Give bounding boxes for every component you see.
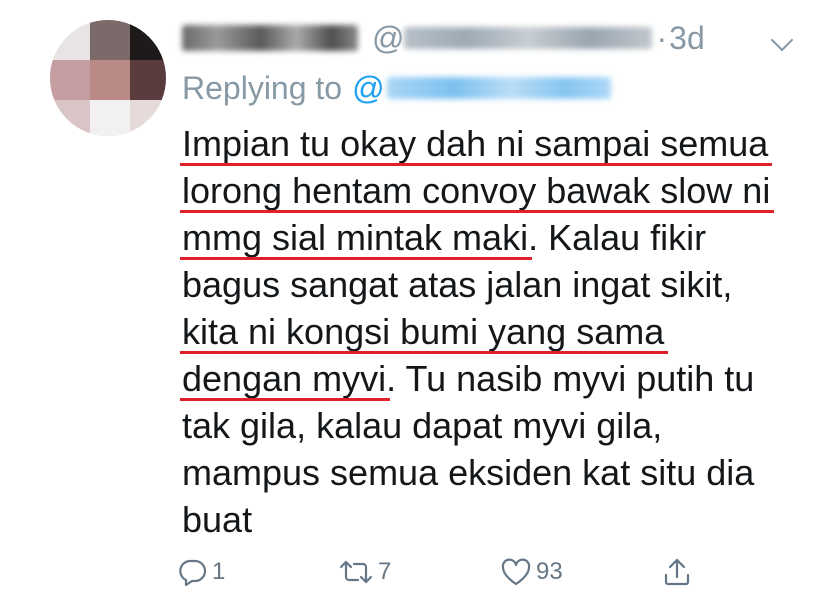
avatar[interactable] <box>50 20 166 136</box>
underlined-text: Impian tu okay dah ni sampai semua <box>179 120 773 167</box>
underlined-text: kita ni kongsi bumi yang sama <box>179 308 669 355</box>
tweet-text-line: tak gila, kalau dapat myvi gila, <box>182 402 802 449</box>
replying-to: Replying to @ <box>182 64 611 112</box>
underlined-text: dengan myvi <box>179 355 391 402</box>
handle-at: @ <box>372 19 405 56</box>
tweet-actions: 1 7 93 <box>178 550 708 594</box>
retweet-count: 7 <box>378 558 392 585</box>
display-name-redacted[interactable] <box>182 25 358 51</box>
tweet-text-line: mampus semua eksiden kat situ dia <box>182 449 802 496</box>
text-segment: mampus semua eksiden kat situ dia <box>182 452 755 493</box>
reply-count: 1 <box>212 558 226 585</box>
separator-dot: · <box>656 19 668 56</box>
like-button[interactable]: 93 <box>500 550 563 594</box>
replying-to-at: @ <box>352 69 385 106</box>
text-segment: . Tu nasib myvi putih tu <box>386 358 755 399</box>
replying-to-label: Replying to <box>182 69 343 106</box>
share-icon <box>662 556 692 588</box>
replying-to-handle-redacted <box>386 77 611 99</box>
tweet-text-line: buat <box>182 496 802 543</box>
handle-redacted[interactable] <box>404 27 653 49</box>
tweet-text: Impian tu okay dah ni sampai semua lorong… <box>179 120 802 543</box>
tweet-timestamp[interactable]: 3d <box>669 20 705 57</box>
tweet-text-line: kita ni kongsi bumi yang sama <box>179 308 802 355</box>
tweet-text-line: lorong hentam convoy bawak slow ni <box>179 167 802 214</box>
underlined-text: mmg sial mintak maki <box>179 214 533 261</box>
like-count: 93 <box>536 558 563 585</box>
tweet-header: @ · 3d <box>182 14 788 62</box>
text-segment: bagus sangat atas jalan ingat sikit, <box>182 264 733 305</box>
retweet-button[interactable]: 7 <box>338 550 391 594</box>
text-segment: buat <box>182 499 253 540</box>
tweet-text-line: dengan myvi. Tu nasib myvi putih tu <box>179 355 802 402</box>
tweet-text-line: bagus sangat atas jalan ingat sikit, <box>182 261 802 308</box>
replying-to-handle[interactable]: @ <box>352 69 611 107</box>
tweet-text-line: mmg sial mintak maki. Kalau fikir <box>179 214 802 261</box>
text-segment: . Kalau fikir <box>528 217 707 258</box>
heart-icon <box>500 557 532 587</box>
reply-icon <box>178 557 208 587</box>
share-button[interactable] <box>662 550 692 594</box>
tweet-text-line: Impian tu okay dah ni sampai semua <box>179 120 802 167</box>
reply-button[interactable]: 1 <box>178 550 225 594</box>
retweet-icon <box>338 557 374 587</box>
text-segment: tak gila, kalau dapat myvi gila, <box>182 405 663 446</box>
underlined-text: lorong hentam convoy bawak slow ni <box>179 167 775 214</box>
